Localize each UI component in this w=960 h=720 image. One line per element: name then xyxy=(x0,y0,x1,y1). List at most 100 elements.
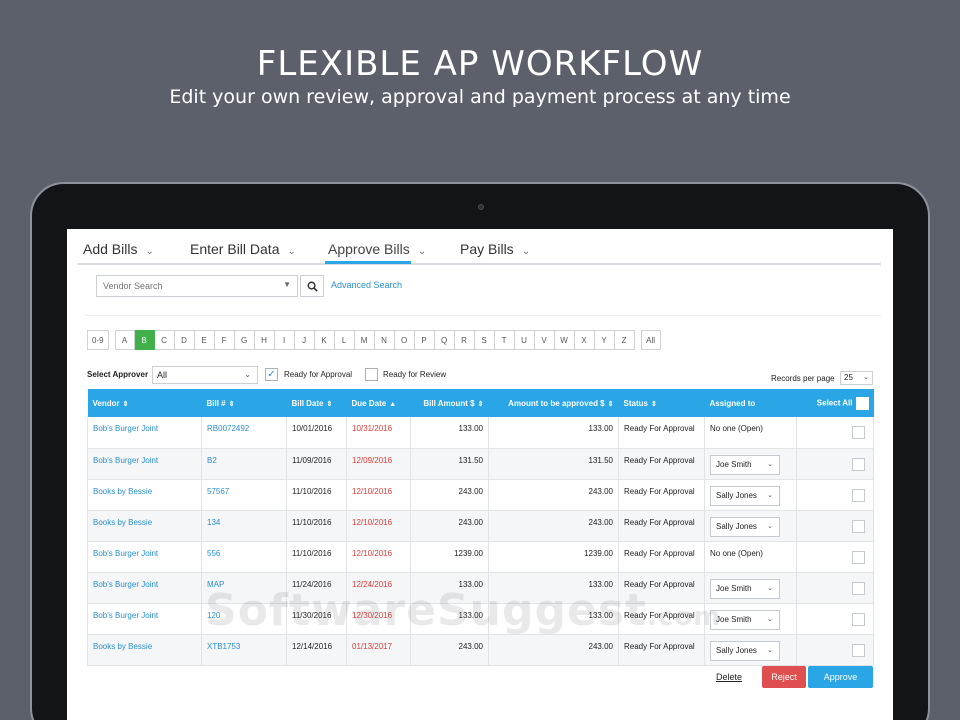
column-header-amount-to-approve[interactable]: Amount to be approved $ ⇕ xyxy=(488,389,619,417)
delete-link[interactable]: Delete xyxy=(716,672,742,682)
search-button[interactable] xyxy=(300,275,324,297)
table-row: Bob's Burger Joint MAP 11/24/2016 12/24/201… xyxy=(87,572,874,604)
tab-label: Pay Bills xyxy=(460,241,514,257)
bill-number-cell[interactable]: XTB1753 xyxy=(201,634,287,666)
tab-add-bills[interactable]: Add Bills ⌄ xyxy=(83,241,154,257)
letter-filter-v[interactable]: V xyxy=(534,330,555,350)
chevron-down-icon[interactable]: ▼ xyxy=(283,280,291,289)
tab-enter-bill-data[interactable]: Enter Bill Data ⌄ xyxy=(190,241,296,257)
row-select-checkbox[interactable] xyxy=(852,426,865,439)
letter-filter-0-9[interactable]: 0-9 xyxy=(87,330,109,350)
column-header-vendor[interactable]: Vendor ⇕ xyxy=(87,389,202,417)
active-tab-indicator xyxy=(325,261,411,264)
assignee-select[interactable]: Sally Jones ⌄ xyxy=(710,640,780,661)
column-header-due-date[interactable]: Due Date ▲ xyxy=(346,389,411,417)
letter-filter-z[interactable]: Z xyxy=(614,330,635,350)
letter-filter-a[interactable]: A xyxy=(114,330,135,350)
vendor-cell[interactable]: Bob's Burger Joint xyxy=(87,448,202,480)
letter-filter-o[interactable]: O xyxy=(394,330,415,350)
bill-number-cell[interactable]: 556 xyxy=(201,541,287,573)
letter-filter-j[interactable]: J xyxy=(294,330,315,350)
row-select-checkbox[interactable] xyxy=(852,488,865,502)
ready-for-review-checkbox[interactable] xyxy=(365,368,378,381)
tab-approve-bills[interactable]: Approve Bills ⌄ xyxy=(328,241,426,257)
select-all-checkbox[interactable] xyxy=(855,396,869,410)
vendor-cell[interactable]: Books by Bessie xyxy=(87,634,202,666)
vendor-cell[interactable]: Bob's Burger Joint xyxy=(87,417,202,449)
assignee-select[interactable]: Sally Jones ⌄ xyxy=(710,516,780,537)
column-header-status[interactable]: Status ⇕ xyxy=(618,389,705,417)
due-date-cell: 12/10/2016 xyxy=(346,510,411,542)
table-header-row: Vendor ⇕ Bill # ⇕ Bill Date ⇕ Due Date ▲ Bil… xyxy=(87,389,874,417)
advanced-search-link[interactable]: Advanced Search xyxy=(331,280,402,290)
letter-filter-s[interactable]: S xyxy=(474,330,495,350)
letter-filter-w[interactable]: W xyxy=(554,330,575,350)
vendor-search-input[interactable] xyxy=(97,276,277,296)
row-select-checkbox[interactable] xyxy=(852,643,865,657)
chevron-down-icon: ⌄ xyxy=(767,460,773,468)
letter-filter-x[interactable]: X xyxy=(574,330,595,350)
tab-label: Approve Bills xyxy=(328,241,410,257)
letter-filter-all[interactable]: All xyxy=(640,330,661,350)
approver-select[interactable]: All ⌄ xyxy=(152,366,258,384)
records-per-page-select[interactable]: 25 ⌄ xyxy=(840,371,873,385)
bill-number-cell[interactable]: RB0072492 xyxy=(201,417,287,449)
assignee-select[interactable]: Joe Smith ⌄ xyxy=(710,609,780,630)
letter-filter-p[interactable]: P xyxy=(414,330,435,350)
letter-filter-e[interactable]: E xyxy=(194,330,215,350)
bill-number-cell[interactable]: 134 xyxy=(201,510,287,542)
bill-amount-cell: 131.50 xyxy=(410,448,489,480)
amount-to-approve-cell: 131.50 xyxy=(488,448,619,480)
letter-filter-b[interactable]: B xyxy=(134,330,155,350)
letter-filter-g[interactable]: G xyxy=(234,330,255,350)
vendor-cell[interactable]: Bob's Burger Joint xyxy=(87,572,202,604)
ready-for-approval-checkbox[interactable]: ✓ xyxy=(265,368,278,381)
letter-filter-k[interactable]: K xyxy=(314,330,335,350)
row-select-checkbox[interactable] xyxy=(852,581,865,595)
column-header-bill-date[interactable]: Bill Date ⇕ xyxy=(286,389,347,417)
assignee-select[interactable]: Joe Smith ⌄ xyxy=(710,454,780,475)
due-date-cell: 10/31/2016 xyxy=(346,417,411,449)
letter-filter-q[interactable]: Q xyxy=(434,330,455,350)
letter-filter-d[interactable]: D xyxy=(174,330,195,350)
status-cell: Ready For Approval xyxy=(618,448,705,480)
vendor-cell[interactable]: Bob's Burger Joint xyxy=(87,603,202,635)
assignee-select[interactable]: Sally Jones ⌄ xyxy=(710,485,780,506)
vendor-cell[interactable]: Books by Bessie xyxy=(87,479,202,511)
chevron-down-icon: ⌄ xyxy=(767,522,773,530)
row-select-checkbox[interactable] xyxy=(852,519,865,533)
column-header-select-all[interactable]: Select All xyxy=(796,389,874,417)
bill-number-cell[interactable]: MAP xyxy=(201,572,287,604)
letter-filter-n[interactable]: N xyxy=(374,330,395,350)
vendor-cell[interactable]: Books by Bessie xyxy=(87,510,202,542)
row-select-checkbox[interactable] xyxy=(852,550,865,564)
approve-button[interactable]: Approve xyxy=(808,666,873,688)
letter-filter-c[interactable]: C xyxy=(154,330,175,350)
header-label: Vendor xyxy=(92,398,120,408)
bill-number-cell[interactable]: B2 xyxy=(201,448,287,480)
vendor-cell[interactable]: Bob's Burger Joint xyxy=(87,541,202,573)
column-header-bill-number[interactable]: Bill # ⇕ xyxy=(201,389,287,417)
bill-number-cell[interactable]: 57567 xyxy=(201,479,287,511)
letter-filter-l[interactable]: L xyxy=(334,330,355,350)
letter-filter-h[interactable]: H xyxy=(254,330,275,350)
tab-pay-bills[interactable]: Pay Bills ⌄ xyxy=(460,241,530,257)
chevron-down-icon: ⌄ xyxy=(767,491,773,499)
bill-number-cell[interactable]: 120 xyxy=(201,603,287,635)
letter-filter-i[interactable]: I xyxy=(274,330,295,350)
column-header-bill-amount[interactable]: Bill Amount $ ⇕ xyxy=(410,389,489,417)
letter-filter-f[interactable]: F xyxy=(214,330,235,350)
status-cell: Ready For Approval xyxy=(618,603,705,635)
letter-filter-m[interactable]: M xyxy=(354,330,375,350)
row-select-checkbox[interactable] xyxy=(852,457,865,471)
assignee-select[interactable]: Joe Smith ⌄ xyxy=(710,578,780,599)
table-row: Bob's Burger Joint 556 11/10/2016 12/10/201… xyxy=(87,541,874,573)
letter-filter-t[interactable]: T xyxy=(494,330,515,350)
row-select-checkbox[interactable] xyxy=(852,612,865,626)
letter-filter-u[interactable]: U xyxy=(514,330,535,350)
app-screen: Add Bills ⌄ Enter Bill Data ⌄ Approve Bill… xyxy=(67,229,893,720)
assignee-value: No one (Open) xyxy=(710,548,763,558)
reject-button[interactable]: Reject xyxy=(762,666,806,688)
letter-filter-y[interactable]: Y xyxy=(594,330,615,350)
letter-filter-r[interactable]: R xyxy=(454,330,475,350)
